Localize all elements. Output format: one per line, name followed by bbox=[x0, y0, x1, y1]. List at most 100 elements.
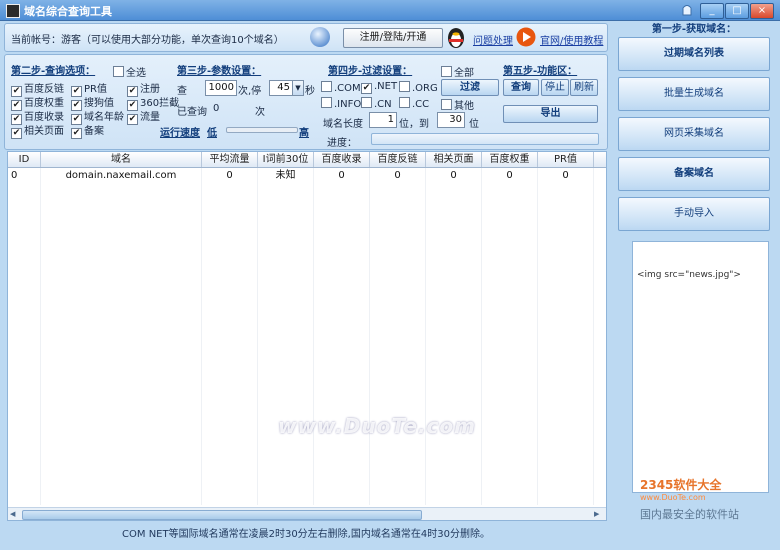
option-traffic[interactable]: ✔ 流量 bbox=[127, 108, 160, 125]
tld-cc-checkbox[interactable]: .CC bbox=[399, 97, 429, 110]
cell-traffic: 0 bbox=[226, 170, 233, 181]
title-bar: 域名综合查询工具 _ □ × bbox=[0, 0, 780, 21]
tld-info-checkbox[interactable]: .INFO bbox=[321, 97, 361, 110]
qq-penguin-icon bbox=[445, 25, 467, 49]
tld-label: .CC bbox=[412, 99, 430, 110]
minimize-button[interactable]: _ bbox=[700, 3, 724, 19]
check-icon: ✔ bbox=[11, 128, 22, 139]
option-label: 流量 bbox=[140, 112, 160, 123]
speed-high-label: 高 bbox=[299, 128, 309, 139]
step5-title: 第五步-功能区： bbox=[503, 66, 578, 77]
cell-keyword-rank: 未知 bbox=[275, 170, 296, 181]
tld-org-checkbox[interactable]: .ORG bbox=[399, 81, 438, 94]
manual-import-button[interactable]: 手动导入 bbox=[618, 197, 770, 231]
skin-icon[interactable] bbox=[680, 2, 694, 16]
column-header-baidu-weight[interactable]: 百度权重 bbox=[482, 152, 538, 167]
scroll-right-arrow-icon[interactable]: ▶ bbox=[594, 510, 599, 518]
step4-title: 第四步-过滤设置： bbox=[328, 66, 413, 77]
column-header-keyword-rank[interactable]: I词前30位 bbox=[258, 152, 314, 167]
length-to-input[interactable]: 30 bbox=[437, 112, 465, 128]
times-pause-label: 次,停 bbox=[238, 86, 262, 97]
table-row[interactable]: 0 domain.naxemail.com 0 未知 0 0 0 0 0 bbox=[8, 168, 606, 183]
column-divider bbox=[537, 168, 538, 505]
step1-title: 第一步-获取域名： bbox=[651, 24, 737, 35]
select-all-label: 全选 bbox=[126, 68, 146, 79]
tld-other-checkbox[interactable]: 其他 bbox=[441, 97, 474, 112]
seconds-label: 秒 bbox=[305, 86, 315, 97]
batch-generate-button[interactable]: 批量生成域名 bbox=[618, 77, 770, 111]
option-related-pages[interactable]: ✔ 相关页面 bbox=[11, 122, 64, 139]
status-bar: COM NET等国际域名通常在凌晨2时30分左右删除,国内域名通常在4时30分删… bbox=[122, 529, 490, 540]
tld-com-checkbox[interactable]: .COM bbox=[321, 81, 361, 94]
column-header-pr[interactable]: PR值 bbox=[538, 152, 594, 167]
progress-label: 进度： bbox=[327, 138, 357, 149]
options-panel: 第二步-查询选项： 全选 ✔ 百度反链 ✔ 百度权重 ✔ 百度收录 ✔ 相关页面 ✔ PR… bbox=[4, 54, 608, 150]
select-all-checkbox[interactable]: 全选 bbox=[113, 64, 146, 79]
checkbox-box bbox=[321, 81, 332, 92]
account-text: 当前帐号：游客（可以使用大部分功能，单次查询10个域名） bbox=[11, 35, 284, 46]
chevron-down-icon[interactable]: ▼ bbox=[292, 80, 304, 96]
tld-net-checkbox[interactable]: ✔ .NET bbox=[361, 81, 397, 94]
queried-count: 0 bbox=[213, 103, 220, 114]
tld-all-checkbox[interactable]: 全部 bbox=[441, 64, 474, 79]
tld-label: .NET bbox=[374, 81, 398, 92]
column-divider bbox=[40, 168, 41, 505]
refresh-button[interactable]: 刷新 bbox=[570, 79, 598, 96]
column-divider bbox=[201, 168, 202, 505]
table-header: ID 域名 平均流量 I词前30位 百度收录 百度反链 相关页面 百度权重 PR… bbox=[8, 152, 606, 168]
column-header-traffic[interactable]: 平均流量 bbox=[202, 152, 258, 167]
column-header-baidu-backlinks[interactable]: 百度反链 bbox=[370, 152, 426, 167]
tld-all-label: 全部 bbox=[454, 68, 474, 79]
globe-icon bbox=[310, 27, 330, 47]
speed-slider[interactable] bbox=[226, 127, 298, 133]
length-from-input[interactable]: 1 bbox=[369, 112, 397, 128]
expired-domains-button[interactable]: 过期域名列表 bbox=[618, 37, 770, 71]
check-icon: ✔ bbox=[127, 114, 138, 125]
cell-related-pages: 0 bbox=[450, 170, 457, 181]
scrollbar-thumb[interactable] bbox=[22, 510, 422, 520]
export-button[interactable]: 导出 bbox=[503, 105, 598, 123]
help-link[interactable]: 问题处理 bbox=[473, 32, 513, 47]
column-header-id[interactable]: ID bbox=[8, 152, 41, 167]
pause-seconds-select[interactable]: 45 bbox=[269, 80, 293, 96]
tld-label: .COM bbox=[334, 83, 361, 94]
checkbox-box bbox=[361, 97, 372, 108]
logo-site: www.DuoTe.com bbox=[640, 493, 706, 502]
option-label: 相关页面 bbox=[24, 126, 64, 137]
watermark-text: www.DuoTe.com bbox=[278, 414, 476, 438]
checkbox-box bbox=[321, 97, 332, 108]
column-header-baidu-index[interactable]: 百度收录 bbox=[314, 152, 370, 167]
results-table[interactable]: ID 域名 平均流量 I词前30位 百度收录 百度反链 相关页面 百度权重 PR… bbox=[7, 151, 607, 521]
tld-cn-checkbox[interactable]: .CN bbox=[361, 97, 392, 110]
step2-title: 第二步-查询选项： bbox=[11, 66, 96, 77]
check-icon: ✔ bbox=[361, 83, 372, 94]
maximize-button[interactable]: □ bbox=[725, 3, 749, 19]
tld-label: .INFO bbox=[334, 99, 362, 110]
column-divider bbox=[257, 168, 258, 505]
close-button[interactable]: × bbox=[750, 3, 774, 19]
length-to-label: 位，到 bbox=[399, 119, 429, 130]
web-collect-button[interactable]: 网页采集域名 bbox=[618, 117, 770, 151]
query-count-input[interactable]: 1000 bbox=[205, 80, 237, 96]
step3-title: 第三步-参数设置： bbox=[177, 66, 262, 77]
horizontal-scrollbar[interactable]: ◀ ▶ bbox=[8, 507, 606, 520]
register-login-button[interactable]: 注册/登陆/开通 bbox=[343, 28, 443, 48]
checkbox-box bbox=[441, 66, 452, 77]
column-divider bbox=[481, 168, 482, 505]
account-bar: 当前帐号：游客（可以使用大部分功能，单次查询10个域名） 注册/登陆/开通 问题… bbox=[4, 23, 608, 52]
column-header-related-pages[interactable]: 相关页面 bbox=[426, 152, 482, 167]
query-button[interactable]: 查询 bbox=[503, 79, 539, 96]
logo-slogan: 国内最安全的软件站 bbox=[640, 508, 739, 521]
tutorial-link[interactable]: 官网/使用教程 bbox=[540, 32, 603, 47]
site-logo: 2345软件大全 www.DuoTe.com 国内最安全的软件站 bbox=[640, 476, 778, 522]
cell-pr: 0 bbox=[562, 170, 569, 181]
filter-button[interactable]: 过滤 bbox=[441, 79, 499, 96]
option-icp[interactable]: ✔ 备案 bbox=[71, 122, 104, 139]
cell-baidu-weight: 0 bbox=[506, 170, 513, 181]
query-label: 查 bbox=[177, 86, 187, 97]
stop-button[interactable]: 停止 bbox=[541, 79, 569, 96]
app-icon bbox=[6, 4, 20, 18]
icp-domains-button[interactable]: 备案域名 bbox=[618, 157, 770, 191]
column-header-domain[interactable]: 域名 bbox=[41, 152, 202, 167]
scroll-left-arrow-icon[interactable]: ◀ bbox=[10, 510, 15, 518]
